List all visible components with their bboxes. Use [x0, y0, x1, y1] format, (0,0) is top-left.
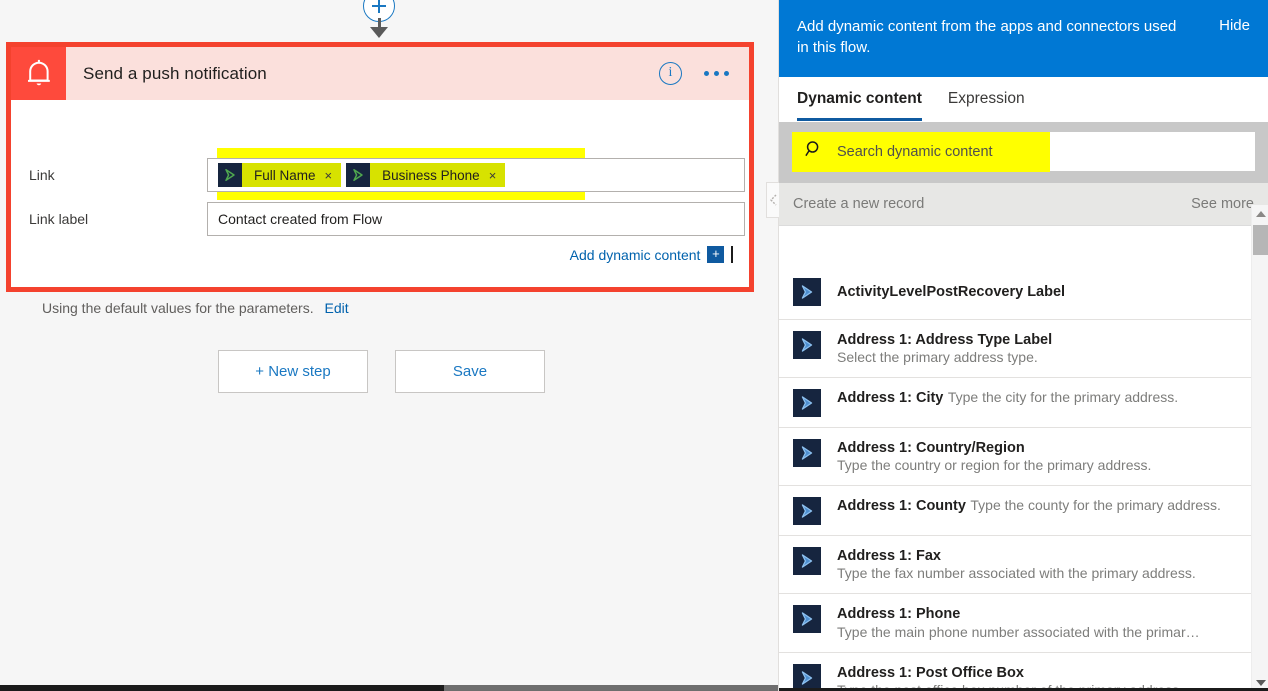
dynamic-token-remove-icon[interactable]: × [325, 168, 342, 183]
link-label-input[interactable]: Contact created from Flow [207, 202, 745, 236]
dynamic-token-icon [793, 331, 821, 359]
link-input[interactable]: Full Name × Business Phone × [207, 158, 745, 192]
app-root: Send a push notification i Link Full Nam… [0, 0, 1268, 691]
list-item-description: Type the country or region for the prima… [837, 457, 1152, 474]
list-item-title: Address 1: Address Type Label [837, 332, 1053, 348]
dynamic-token-icon [793, 439, 821, 468]
panel-scrollbar-thumb[interactable] [1253, 225, 1268, 255]
action-card-header[interactable]: Send a push notification i [11, 47, 749, 100]
param-label-link: Link [29, 167, 55, 183]
list-item-description: Type the county for the primary address. [970, 497, 1221, 514]
action-card-body: Link Full Name × Business Phone × Link l… [11, 100, 749, 316]
param-row-link-label: Link label Contact created from Flow [11, 202, 749, 236]
dynamic-token-icon [793, 605, 821, 634]
list-item-title: Address 1: City [837, 390, 944, 407]
list-item-title: Address 1: County [837, 498, 966, 515]
action-card-title: Send a push notification [83, 63, 267, 83]
list-item-description: Select the primary address type. [837, 349, 1038, 366]
dynamic-token-full-name[interactable]: Full Name × [218, 163, 342, 187]
list-item[interactable]: ActivityLevelPostRecovery Label [779, 265, 1252, 320]
list-item-description: Type the city for the primary address. [947, 389, 1179, 406]
arrow-down-head-icon [370, 27, 389, 38]
list-item[interactable]: Address 1: Address Type Label Select the… [779, 320, 1252, 379]
add-dynamic-content-icon[interactable]: + [707, 246, 725, 263]
list-item[interactable]: Address 1: Post Office Box Type the post… [779, 653, 1252, 691]
add-dynamic-content-row[interactable]: Add dynamic content + [570, 246, 733, 263]
list-item-text: ActivityLevelPostRecovery Label [837, 283, 1065, 301]
dynamic-content-section-header: Create a new record See more [779, 182, 1268, 226]
dynamic-token-icon [793, 389, 821, 418]
canvas-horizontal-scrollbar[interactable] [0, 685, 778, 691]
panel-tabs: Dynamic content Expression [779, 76, 1268, 122]
list-item[interactable]: Address 1: County Type the county for th… [779, 486, 1252, 537]
search-icon [805, 140, 824, 164]
list-item[interactable]: Address 1: Phone Type the main phone num… [779, 594, 1252, 653]
tab-dynamic-content[interactable]: Dynamic content [797, 76, 922, 122]
dynamic-token-label: Full Name [254, 167, 316, 183]
section-title: Create a new record [793, 195, 925, 212]
dynamic-token-icon [793, 278, 821, 306]
flow-designer-canvas: Send a push notification i Link Full Nam… [0, 0, 778, 691]
list-item[interactable]: Address 1: Fax Type the fax number assoc… [779, 536, 1252, 595]
canvas-buttons: + New step Save [218, 350, 545, 393]
list-item-title: Address 1: Post Office Box [837, 664, 1024, 681]
dynamic-token-remove-icon[interactable]: × [489, 168, 506, 183]
dynamic-token-icon [218, 163, 242, 187]
search-input-content[interactable]: Search dynamic content [792, 132, 1050, 172]
dynamic-content-list[interactable]: ActivityLevelPostRecovery Label Address … [779, 265, 1252, 691]
list-item-text: Address 1: Phone Type the main phone num… [837, 605, 1238, 641]
canvas-horizontal-scrollbar-track[interactable] [444, 685, 778, 691]
dynamic-content-panel: Add dynamic content from the apps and co… [766, 0, 1268, 691]
new-step-button[interactable]: + New step [218, 350, 368, 393]
dynamic-token-icon [346, 163, 371, 187]
list-item-description: Type the main phone number associated wi… [837, 623, 1200, 640]
dynamic-token-business-phone[interactable]: Business Phone × [346, 163, 506, 187]
list-item-title: ActivityLevelPostRecovery Label [837, 283, 1066, 300]
hide-panel-button[interactable]: Hide [1219, 16, 1250, 34]
edit-link[interactable]: Edit [324, 300, 348, 316]
search-placeholder: Search dynamic content [837, 143, 993, 160]
panel-collapse-handle[interactable] [766, 182, 779, 218]
flow-connector [363, 0, 397, 45]
default-values-text: Using the default values for the paramet… [42, 300, 314, 316]
list-item[interactable]: Address 1: Country/Region Type the count… [779, 428, 1252, 487]
list-item[interactable]: Address 1: City Type the city for the pr… [779, 378, 1252, 429]
save-button[interactable]: Save [395, 350, 545, 393]
dynamic-content-banner-text: Add dynamic content from the apps and co… [797, 18, 1177, 57]
tab-expression[interactable]: Expression [948, 76, 1025, 121]
default-values-note: Using the default values for the paramet… [42, 300, 349, 316]
bell-icon [11, 47, 66, 100]
dynamic-token-label: Business Phone [382, 167, 480, 183]
param-label-link-label: Link label [29, 211, 89, 227]
list-item-text: Address 1: Address Type Label Select the… [837, 331, 1238, 367]
search-band: Search dynamic content [779, 121, 1268, 183]
action-card-callout: Send a push notification i Link Full Nam… [6, 42, 754, 316]
dynamic-token-icon [793, 547, 821, 576]
list-item-text: Address 1: County Type the county for th… [837, 497, 1221, 515]
list-item-text: Address 1: Post Office Box Type the post… [837, 664, 1238, 691]
add-dynamic-content-link[interactable]: Add dynamic content [570, 247, 701, 263]
list-item-title: Address 1: Phone [837, 606, 961, 623]
list-item-description: Type the fax number associated with the … [837, 565, 1196, 582]
scroll-up-arrow-icon[interactable] [1252, 205, 1268, 222]
action-card-header-actions: i [659, 62, 749, 85]
text-caret [731, 246, 733, 263]
dynamic-token-icon [793, 663, 821, 691]
list-item-title: Address 1: Fax [837, 548, 941, 565]
list-item-text: Address 1: City Type the city for the pr… [837, 389, 1178, 407]
ellipsis-icon[interactable] [704, 71, 729, 76]
info-icon[interactable]: i [659, 62, 682, 85]
param-row-link: Link Full Name × Business Phone × [11, 158, 749, 192]
list-item-title: Address 1: Country/Region [837, 440, 1025, 457]
list-item-text: Address 1: Country/Region Type the count… [837, 439, 1238, 475]
see-more-button[interactable]: See more [1191, 196, 1254, 212]
panel-vertical-scrollbar[interactable] [1251, 205, 1268, 691]
dynamic-content-banner: Add dynamic content from the apps and co… [779, 0, 1268, 77]
dynamic-token-icon [793, 497, 821, 526]
list-item-text: Address 1: Fax Type the fax number assoc… [837, 547, 1238, 583]
canvas-horizontal-scrollbar-thumb[interactable] [0, 685, 444, 691]
